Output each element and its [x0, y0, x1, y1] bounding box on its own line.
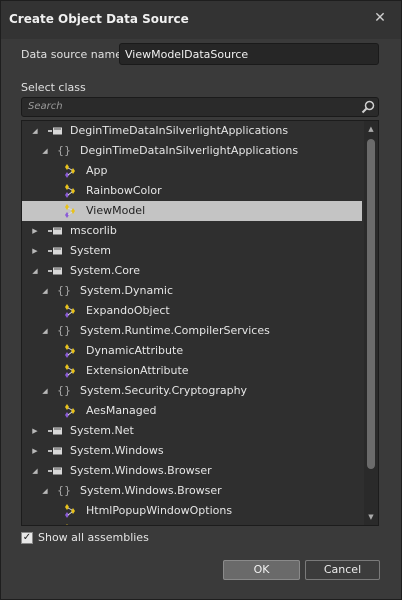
- create-object-data-source-dialog: Create Object Data Source ✕ Data source …: [0, 0, 402, 600]
- collapse-arrow-icon[interactable]: ◢: [30, 261, 40, 281]
- tree-row-label: HtmlPopupWindowOptions: [86, 504, 233, 517]
- class-icon: [65, 404, 75, 418]
- tree-row-label: System.Windows: [70, 444, 164, 457]
- tree-row-class[interactable]: ExpandoObject: [22, 301, 378, 321]
- class-icon: [65, 504, 75, 518]
- scroll-thumb[interactable]: [367, 139, 375, 469]
- tree-row-label: DeginTimeDataInSilverlightApplications: [80, 144, 299, 157]
- namespace-icon: {}: [57, 144, 71, 157]
- class-icon: [66, 524, 68, 525]
- collapse-arrow-icon[interactable]: ◢: [30, 461, 40, 481]
- assembly-icon: [48, 447, 62, 455]
- collapse-arrow-icon[interactable]: ◢: [40, 381, 50, 401]
- tree-row-class[interactable]: AesManaged: [22, 401, 378, 421]
- title-bar: Create Object Data Source ✕: [1, 1, 401, 39]
- search-input[interactable]: Search: [21, 97, 379, 117]
- namespace-icon: {}: [57, 324, 71, 337]
- search-placeholder: Search: [28, 101, 63, 112]
- tree-row-class[interactable]: ScriptableMemberAttribute: [22, 521, 378, 525]
- assembly-icon: [48, 427, 62, 435]
- select-class-label: Select class: [21, 81, 86, 94]
- dialog-title: Create Object Data Source: [9, 12, 189, 26]
- tree-row-assembly[interactable]: ▶ System: [22, 241, 378, 261]
- tree-row-assembly[interactable]: ◢ DeginTimeDataInSilverlightApplications: [22, 121, 378, 141]
- tree-row-label: AesManaged: [86, 404, 157, 417]
- tree-row-label: System.Windows.Browser: [80, 484, 222, 497]
- class-icon: [65, 304, 75, 318]
- scroll-down-arrow-icon[interactable]: ▼: [367, 513, 375, 521]
- tree-row-label: System.Runtime.CompilerServices: [80, 324, 270, 337]
- show-all-assemblies-checkbox[interactable]: ✓: [21, 532, 33, 544]
- close-icon[interactable]: ✕: [371, 9, 389, 27]
- tree-row-class[interactable]: ViewModel: [22, 201, 362, 221]
- tree-row-namespace[interactable]: ◢ {} System.Dynamic: [22, 281, 378, 301]
- data-source-name-input[interactable]: ViewModelDataSource: [119, 43, 379, 65]
- tree-row-label: System.Net: [70, 424, 134, 437]
- tree-row-label: System.Security.Cryptography: [80, 384, 248, 397]
- tree-row-label: System: [70, 244, 112, 257]
- class-icon: [65, 364, 75, 378]
- tree-row-assembly[interactable]: ▶ System.Net: [22, 421, 378, 441]
- assembly-icon: [48, 467, 62, 475]
- collapse-arrow-icon[interactable]: ◢: [30, 121, 40, 141]
- tree-row-label: System.Windows.Browser: [70, 464, 212, 477]
- class-icon: [65, 204, 75, 218]
- assembly-icon: [48, 267, 62, 275]
- scroll-up-arrow-icon[interactable]: ▲: [367, 125, 375, 133]
- tree-row-assembly[interactable]: ◢ System.Core: [22, 261, 378, 281]
- tree-row-label: DynamicAttribute: [86, 344, 184, 357]
- expand-arrow-icon[interactable]: ▶: [30, 241, 40, 261]
- expand-arrow-icon[interactable]: ▶: [30, 421, 40, 441]
- tree-row-label: System.Core: [70, 264, 140, 277]
- collapse-arrow-icon[interactable]: ◢: [40, 141, 50, 161]
- assembly-icon: [48, 247, 62, 255]
- class-icon: [65, 164, 75, 178]
- tree-row-namespace[interactable]: ◢ {} DeginTimeDataInSilverlightApplication…: [22, 141, 378, 161]
- tree-row-class[interactable]: HtmlPopupWindowOptions: [22, 501, 378, 521]
- tree-row-label: App: [86, 164, 108, 177]
- class-icon: [65, 344, 75, 358]
- class-tree[interactable]: ◢ DeginTimeDataInSilverlightApplications ◢…: [21, 120, 379, 526]
- tree-row-namespace[interactable]: ◢ {} System.Windows.Browser: [22, 481, 378, 501]
- tree-rows: ◢ DeginTimeDataInSilverlightApplications ◢…: [22, 121, 378, 525]
- assembly-icon: [48, 127, 62, 135]
- namespace-icon: {}: [57, 384, 71, 397]
- search-icon[interactable]: [360, 99, 376, 115]
- assembly-icon: [48, 227, 62, 235]
- tree-row-label: RainbowColor: [86, 184, 162, 197]
- expand-arrow-icon[interactable]: ▶: [30, 441, 40, 461]
- tree-row-class[interactable]: App: [22, 161, 378, 181]
- tree-row-class[interactable]: ExtensionAttribute: [22, 361, 378, 381]
- cancel-button[interactable]: Cancel: [305, 560, 380, 580]
- collapse-arrow-icon[interactable]: ◢: [40, 481, 50, 501]
- namespace-icon: {}: [57, 484, 71, 497]
- tree-row-namespace[interactable]: ◢ {} System.Runtime.CompilerServices: [22, 321, 378, 341]
- expand-arrow-icon[interactable]: ▶: [30, 221, 40, 241]
- tree-row-assembly[interactable]: ▶ System.Windows: [22, 441, 378, 461]
- collapse-arrow-icon[interactable]: ◢: [40, 281, 50, 301]
- class-icon: [65, 184, 75, 198]
- data-source-name-label: Data source name: [21, 48, 122, 61]
- tree-row-label: DeginTimeDataInSilverlightApplications: [70, 124, 289, 137]
- ok-button[interactable]: OK: [223, 560, 300, 580]
- tree-row-label: System.Dynamic: [80, 284, 174, 297]
- tree-scrollbar[interactable]: ▲ ▼: [364, 121, 378, 525]
- collapse-arrow-icon[interactable]: ◢: [40, 321, 50, 341]
- tree-row-class[interactable]: RainbowColor: [22, 181, 378, 201]
- namespace-icon: {}: [57, 284, 71, 297]
- tree-row-label: ExtensionAttribute: [86, 364, 189, 377]
- tree-row-assembly[interactable]: ◢ System.Windows.Browser: [22, 461, 378, 481]
- tree-row-label: ScriptableMemberAttribute: [86, 521, 235, 525]
- tree-row-label: mscorlib: [70, 224, 117, 237]
- tree-row-assembly[interactable]: ▶ mscorlib: [22, 221, 378, 241]
- tree-row-class[interactable]: DynamicAttribute: [22, 341, 378, 361]
- tree-row-label: ViewModel: [86, 204, 146, 217]
- tree-row-label: ExpandoObject: [86, 304, 170, 317]
- show-all-assemblies-label: Show all assemblies: [38, 531, 149, 544]
- tree-row-namespace[interactable]: ◢ {} System.Security.Cryptography: [22, 381, 378, 401]
